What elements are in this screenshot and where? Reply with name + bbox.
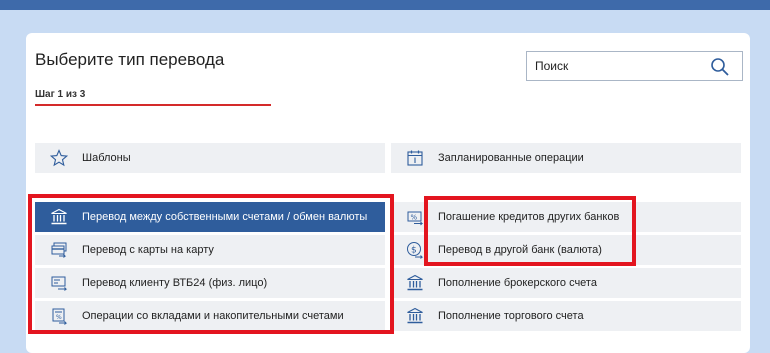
menu-item-brokerage-topup[interactable]: Пополнение брокерского счета (391, 268, 741, 298)
menu-item-label: Запланированные операции (438, 152, 584, 164)
step-progress-bar (35, 104, 271, 106)
highlight-box-left (28, 194, 394, 334)
menu-item-scheduled-operations[interactable]: Запланированные операции (391, 143, 741, 173)
svg-text:$: $ (411, 246, 417, 256)
svg-text:%: % (411, 214, 418, 222)
step-indicator: Шаг 1 из 3 (35, 89, 86, 100)
calendar-icon (405, 148, 425, 168)
menu-item-trading-topup[interactable]: Пополнение торгового счета (391, 301, 741, 331)
bank-icon (405, 273, 425, 293)
highlight-box-right (424, 196, 636, 266)
search-icon[interactable] (710, 57, 730, 77)
dollar-icon: $ (405, 240, 425, 260)
percent-icon: % (405, 207, 425, 227)
search-input[interactable] (535, 58, 705, 74)
menu-item-label: Шаблоны (82, 152, 131, 164)
search-box[interactable] (526, 51, 743, 81)
menu-item-label: Пополнение брокерского счета (438, 277, 597, 289)
page-title: Выберите тип перевода (35, 50, 225, 69)
star-icon (49, 148, 69, 168)
menu-item-templates[interactable]: Шаблоны (35, 143, 385, 173)
bank-icon (405, 306, 425, 326)
menu-item-label: Пополнение торгового счета (438, 310, 584, 322)
top-bar (0, 0, 770, 10)
